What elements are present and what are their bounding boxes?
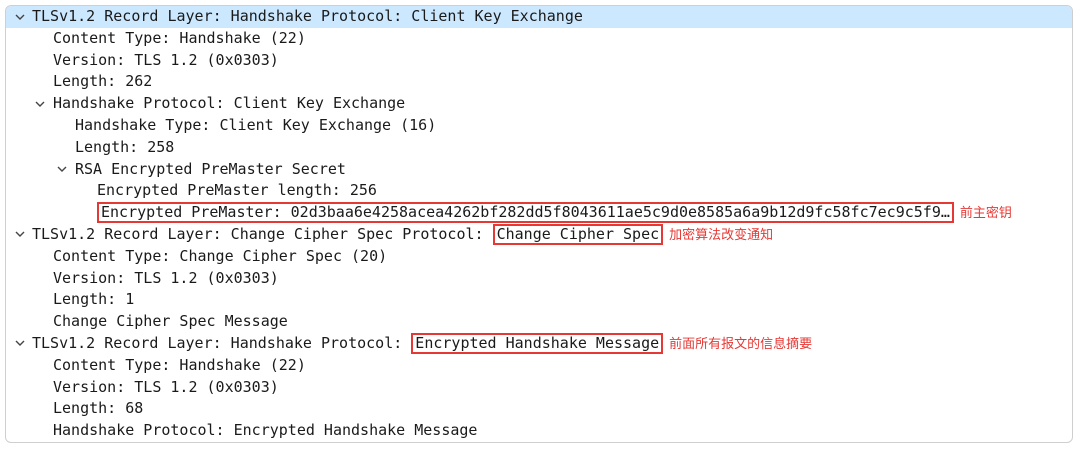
annotation-note: 前面所有报文的信息摘要 (669, 336, 813, 352)
tree-row-label: Length: 262 (53, 72, 153, 91)
tree-row-encrypted-premaster[interactable]: Encrypted PreMaster: 02d3baa6e4258acea42… (6, 202, 1072, 224)
annotation-note: 加密算法改变通知 (669, 227, 774, 243)
tree-row-label-wrap: TLSv1.2 Record Layer: Change Cipher Spec… (32, 223, 774, 247)
tree-row-label: Version: TLS 1.2 (0x0303) (53, 50, 279, 69)
tree-row-tls-record-change-cipher-spec[interactable]: TLSv1.2 Record Layer: Change Cipher Spec… (6, 223, 1072, 247)
tree-row-version[interactable]: Version: TLS 1.2 (0x0303) (6, 268, 1072, 290)
tree-row-label: TLSv1.2 Record Layer: Change Cipher Spec… (32, 224, 493, 243)
tree-row-label: Length: 1 (53, 290, 135, 309)
packet-details-pane: TLSv1.2 Record Layer: Handshake Protocol… (5, 5, 1073, 443)
tree-row-change-cipher-spec-message[interactable]: Change Cipher Spec Message (6, 311, 1072, 333)
tree-row-tls-record-client-key-exchange[interactable]: TLSv1.2 Record Layer: Handshake Protocol… (6, 6, 1072, 28)
chevron-down-icon[interactable] (56, 159, 68, 181)
tree-row-label-wrap: TLSv1.2 Record Layer: Handshake Protocol… (32, 332, 813, 356)
tree-row-handshake-protocol-encrypted[interactable]: Handshake Protocol: Encrypted Handshake … (6, 420, 1072, 442)
tree-row-label: Version: TLS 1.2 (0x0303) (53, 377, 279, 396)
tree-row-label: Handshake Protocol: Encrypted Handshake … (53, 421, 478, 440)
tree-row-premaster-length[interactable]: Encrypted PreMaster length: 256 (6, 180, 1072, 202)
chevron-down-icon[interactable] (14, 6, 26, 28)
tree-row-label: Content Type: Handshake (22) (53, 355, 306, 374)
tree-row-label: Version: TLS 1.2 (0x0303) (53, 268, 279, 287)
highlight-box: Change Cipher Spec (492, 223, 664, 245)
tree-row-label: TLSv1.2 Record Layer: Handshake Protocol… (32, 7, 583, 25)
highlight-box: Encrypted PreMaster: 02d3baa6e4258acea42… (97, 202, 954, 224)
tree-row-rsa-premaster-secret[interactable]: RSA Encrypted PreMaster Secret (6, 159, 1072, 181)
tree-row-content-type[interactable]: Content Type: Change Cipher Spec (20) (6, 246, 1072, 268)
tree-row-label: Length: 68 (53, 399, 144, 418)
tree-row-label: Content Type: Change Cipher Spec (20) (53, 246, 388, 265)
tree-row-label: Change Cipher Spec Message (53, 312, 288, 331)
tree-row-label-wrap: Encrypted PreMaster: 02d3baa6e4258acea42… (97, 202, 1012, 225)
chevron-down-icon[interactable] (14, 333, 26, 355)
tree-row-version[interactable]: Version: TLS 1.2 (0x0303) (6, 50, 1072, 72)
tree-row-length[interactable]: Length: 68 (6, 398, 1072, 420)
tree-row-label: RSA Encrypted PreMaster Secret (75, 159, 346, 178)
tree-row-version[interactable]: Version: TLS 1.2 (0x0303) (6, 377, 1072, 399)
tree-row-label: Length: 258 (75, 137, 175, 156)
annotation-note: 前主密钥 (959, 206, 1012, 222)
tree-row-label: Content Type: Handshake (22) (53, 28, 306, 47)
highlight-box: Encrypted Handshake Message (411, 332, 664, 354)
protocol-tree: TLSv1.2 Record Layer: Handshake Protocol… (6, 6, 1072, 442)
tree-row-tls-record-encrypted-handshake[interactable]: TLSv1.2 Record Layer: Handshake Protocol… (6, 332, 1072, 356)
tree-row-label: Encrypted PreMaster length: 256 (97, 181, 377, 200)
tree-row-content-type[interactable]: Content Type: Handshake (22) (6, 28, 1072, 50)
chevron-down-icon[interactable] (14, 224, 26, 246)
tree-row-length[interactable]: Length: 262 (6, 71, 1072, 93)
chevron-down-icon[interactable] (34, 93, 46, 115)
tree-row-label: TLSv1.2 Record Layer: Handshake Protocol… (32, 333, 412, 352)
tree-row-content-type[interactable]: Content Type: Handshake (22) (6, 355, 1072, 377)
tree-row-handshake-length[interactable]: Length: 258 (6, 137, 1072, 159)
tree-row-label: Handshake Type: Client Key Exchange (16) (75, 115, 437, 134)
tree-row-label: Handshake Protocol: Client Key Exchange (53, 94, 406, 113)
tree-row-handshake-protocol[interactable]: Handshake Protocol: Client Key Exchange (6, 93, 1072, 115)
tree-row-handshake-type[interactable]: Handshake Type: Client Key Exchange (16) (6, 115, 1072, 137)
tree-row-length[interactable]: Length: 1 (6, 289, 1072, 311)
